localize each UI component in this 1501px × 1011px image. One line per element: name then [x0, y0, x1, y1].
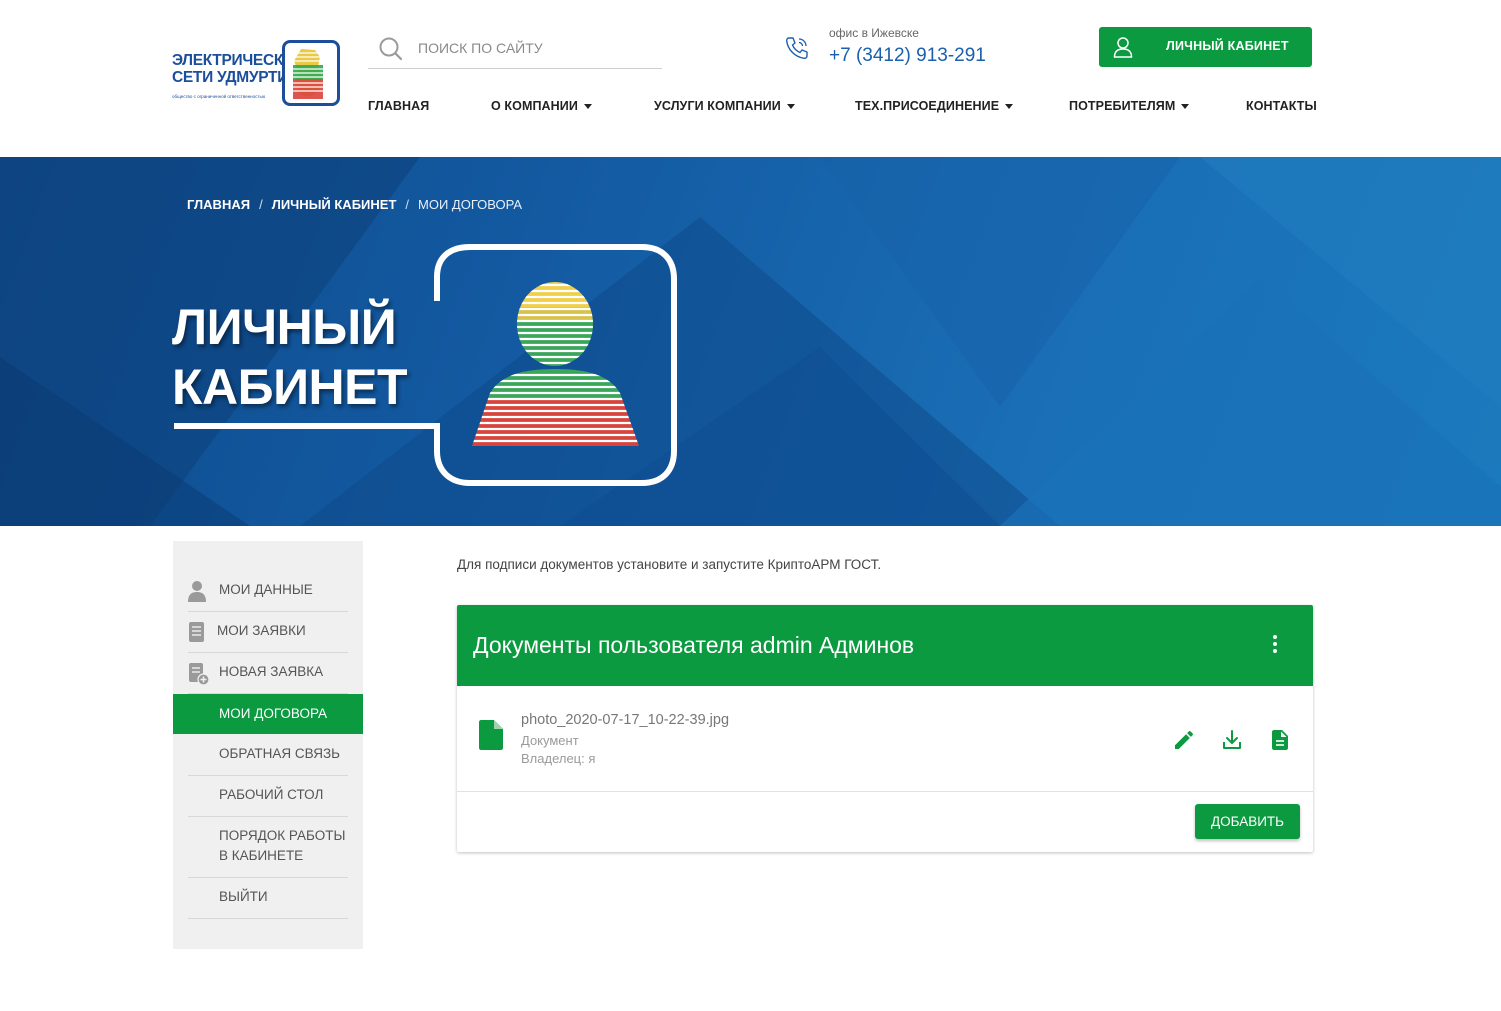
- sidebar-item-label: НОВАЯ ЗАЯВКА: [219, 664, 324, 679]
- nav-item-consumers[interactable]: ПОТРЕБИТЕЛЯМ: [1069, 99, 1190, 113]
- sidebar-item-new-request[interactable]: НОВАЯ ЗАЯВКА: [188, 662, 348, 694]
- sidebar-item-label-line-2: В КАБИНЕТЕ: [219, 848, 304, 863]
- logo-emblem: [282, 40, 340, 106]
- document-row: photo_2020-07-17_10-22-39.jpg Документ В…: [457, 686, 1313, 792]
- cabinet-sidebar: МОИ ДАННЫЕ МОИ ЗАЯВКИ НОВАЯ ЗАЯВКА МОИ Д…: [173, 541, 363, 949]
- sidebar-item-label: РАБОЧИЙ СТОЛ: [219, 787, 324, 802]
- sidebar-item-feedback[interactable]: ОБРАТНАЯ СВЯЗЬ: [188, 744, 348, 776]
- nav-item-about[interactable]: О КОМПАНИИ: [491, 99, 592, 113]
- phone-icon: [784, 35, 810, 66]
- sidebar-item-my-contracts[interactable]: МОИ ДОГОВОРА: [173, 694, 363, 734]
- page-title-line-1: ЛИЧНЫЙ: [172, 299, 397, 355]
- search-input[interactable]: [416, 34, 650, 62]
- edit-icon[interactable]: [1172, 728, 1196, 752]
- file-icon: [479, 720, 503, 755]
- file-name[interactable]: photo_2020-07-17_10-22-39.jpg: [521, 712, 729, 728]
- nav-label: ПОТРЕБИТЕЛЯМ: [1069, 99, 1176, 113]
- nav-item-services[interactable]: УСЛУГИ КОМПАНИИ: [654, 99, 795, 113]
- breadcrumb-home[interactable]: ГЛАВНАЯ: [187, 197, 250, 212]
- document-add-icon: [188, 662, 210, 689]
- phone-number[interactable]: +7 (3412) 913-291: [829, 45, 986, 67]
- hero-banner: ГЛАВНАЯ / ЛИЧНЫЙ КАБИНЕТ / МОИ ДОГОВОРА: [0, 157, 1501, 526]
- nav-label: О КОМПАНИИ: [491, 99, 578, 113]
- breadcrumb: ГЛАВНАЯ / ЛИЧНЫЙ КАБИНЕТ / МОИ ДОГОВОРА: [187, 197, 522, 212]
- sidebar-item-label: ПОРЯДОК РАБОТЫ В КАБИНЕТЕ: [219, 826, 345, 866]
- nav-item-connection[interactable]: ТЕХ.ПРИСОЕДИНЕНИЕ: [855, 99, 1014, 113]
- add-document-button[interactable]: ДОБАВИТЬ: [1195, 804, 1300, 839]
- sidebar-item-logout[interactable]: ВЫЙТИ: [188, 887, 348, 919]
- sidebar-item-label-line-1: ПОРЯДОК РАБОТЫ: [219, 828, 346, 843]
- caret-down-icon: [786, 104, 795, 110]
- documents-card-header: Документы пользователя admin Админов: [457, 605, 1313, 686]
- sidebar-item-label: МОИ ЗАЯВКИ: [217, 623, 306, 638]
- document-list-icon: [188, 621, 206, 646]
- sidebar-item-guide[interactable]: ПОРЯДОК РАБОТЫ В КАБИНЕТЕ: [188, 826, 348, 878]
- caret-down-icon: [1181, 104, 1190, 110]
- nav-item-home[interactable]: ГЛАВНАЯ: [368, 99, 429, 113]
- breadcrumb-separator: /: [259, 197, 263, 212]
- more-vert-icon[interactable]: [1271, 635, 1279, 657]
- document-details-icon[interactable]: [1268, 728, 1292, 752]
- sidebar-item-desktop[interactable]: РАБОЧИЙ СТОЛ: [188, 785, 348, 817]
- breadcrumb-separator: /: [405, 197, 410, 212]
- sidebar-item-label: ОБРАТНАЯ СВЯЗЬ: [219, 746, 340, 761]
- user-icon: [1113, 36, 1133, 63]
- sidebar-item-label: МОИ ДАННЫЕ: [219, 582, 313, 597]
- office-label: офис в Ижевске: [829, 26, 919, 40]
- nav-label: ТЕХ.ПРИСОЕДИНЕНИЕ: [855, 99, 1000, 113]
- search-icon[interactable]: [378, 36, 404, 67]
- file-type: Документ: [521, 733, 579, 748]
- sidebar-item-my-data[interactable]: МОИ ДАННЫЕ: [188, 580, 348, 612]
- caret-down-icon: [583, 104, 592, 110]
- documents-card-title: Документы пользователя admin Админов: [473, 632, 915, 658]
- sidebar-item-label: МОИ ДОГОВОРА: [219, 706, 328, 721]
- caret-down-icon: [1005, 104, 1014, 110]
- documents-card: Документы пользователя admin Админов pho…: [457, 605, 1313, 852]
- crypto-hint: Для подписи документов установите и запу…: [457, 557, 882, 572]
- download-icon[interactable]: [1220, 728, 1244, 752]
- page-title-line-2: КАБИНЕТ: [172, 359, 408, 415]
- site-logo[interactable]: ЭЛЕКТРИЧЕСКИЕ СЕТИ УДМУРТИИ общество с о…: [172, 40, 340, 106]
- nav-item-contacts[interactable]: КОНТАКТЫ: [1246, 99, 1317, 113]
- site-search: [368, 30, 662, 69]
- main-nav: ГЛАВНАЯ О КОМПАНИИ УСЛУГИ КОМПАНИИ ТЕХ.П…: [0, 99, 1501, 119]
- user-icon: [188, 580, 208, 605]
- nav-label: УСЛУГИ КОМПАНИИ: [654, 99, 781, 113]
- personal-cabinet-label: ЛИЧНЫЙ КАБИНЕТ: [1166, 39, 1289, 53]
- breadcrumb-current: МОИ ДОГОВОРА: [418, 197, 523, 212]
- sidebar-item-label: ВЫЙТИ: [219, 889, 268, 904]
- sidebar-item-my-requests[interactable]: МОИ ЗАЯВКИ: [188, 621, 348, 653]
- breadcrumb-cabinet[interactable]: ЛИЧНЫЙ КАБИНЕТ: [272, 197, 397, 212]
- nav-label: ГЛАВНАЯ: [368, 99, 430, 113]
- file-owner: Владелец: я: [521, 751, 596, 766]
- nav-label: КОНТАКТЫ: [1246, 99, 1317, 113]
- page-title: ЛИЧНЫЙ КАБИНЕТ: [172, 297, 408, 417]
- personal-cabinet-button[interactable]: ЛИЧНЫЙ КАБИНЕТ: [1099, 27, 1312, 67]
